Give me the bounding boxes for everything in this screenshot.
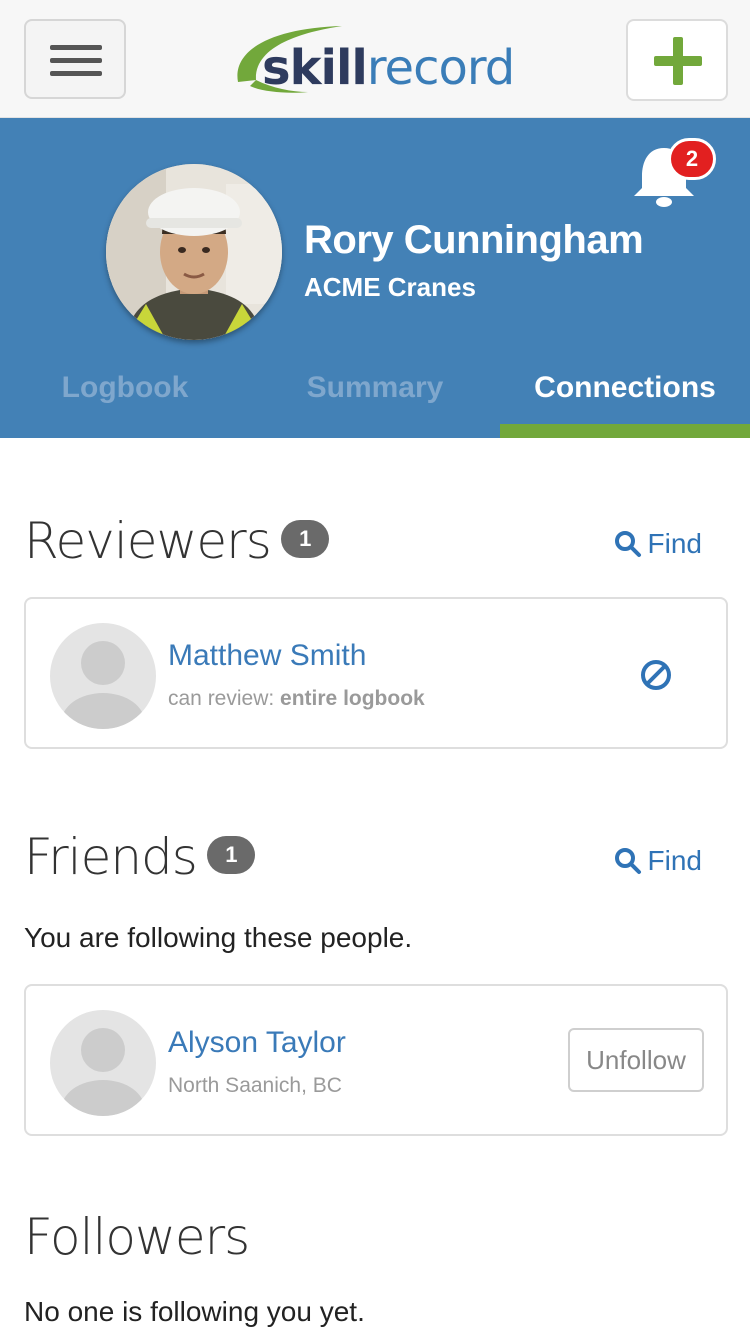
profile-header: Rory Cunningham ACME Cranes 2 Logbook Su… bbox=[0, 118, 750, 438]
reviewers-find-label: Find bbox=[647, 528, 702, 559]
hamburger-menu-icon bbox=[50, 45, 102, 50]
reviewer-scope-value: entire logbook bbox=[280, 687, 425, 710]
search-icon bbox=[614, 531, 641, 557]
reviewers-find-link[interactable]: Find bbox=[614, 528, 702, 560]
friends-title-text: Friends bbox=[24, 828, 198, 886]
tab-connections[interactable]: Connections bbox=[500, 358, 750, 438]
hamburger-menu-icon-bar bbox=[50, 58, 102, 63]
reviewer-card: Matthew Smith can review: entire logbook bbox=[24, 597, 728, 749]
friends-description: You are following these people. bbox=[24, 922, 413, 953]
menu-button[interactable] bbox=[24, 19, 126, 99]
tab-logbook[interactable]: Logbook bbox=[0, 358, 250, 438]
add-button[interactable] bbox=[626, 19, 728, 101]
reviewers-title-text: Reviewers bbox=[24, 512, 272, 570]
friends-find-link[interactable]: Find bbox=[614, 845, 702, 877]
friends-title: Friends 1 bbox=[24, 828, 255, 886]
logo-text: skillrecord bbox=[262, 40, 515, 96]
avatar[interactable] bbox=[50, 1010, 156, 1116]
tab-bar: Logbook Summary Connections bbox=[0, 358, 750, 438]
user-placeholder-icon bbox=[61, 1028, 145, 1116]
profile-name: Rory Cunningham bbox=[304, 218, 644, 262]
top-bar: skillrecord bbox=[0, 0, 750, 118]
reviewer-scope-prefix: can review: bbox=[168, 687, 281, 710]
reviewer-name[interactable]: Matthew Smith bbox=[168, 639, 366, 673]
notification-badge: 2 bbox=[668, 138, 716, 180]
friend-card: Alyson Taylor North Saanich, BC Unfollow bbox=[24, 984, 728, 1136]
friend-name[interactable]: Alyson Taylor bbox=[168, 1026, 346, 1060]
revoke-reviewer-button[interactable] bbox=[636, 655, 676, 695]
avatar[interactable] bbox=[50, 623, 156, 729]
revoke-icon bbox=[641, 660, 671, 690]
plus-icon-vertical bbox=[673, 37, 683, 85]
tab-summary[interactable]: Summary bbox=[250, 358, 500, 438]
friends-count-badge: 1 bbox=[206, 835, 255, 874]
unfollow-button[interactable]: Unfollow bbox=[568, 1028, 704, 1092]
user-placeholder-icon bbox=[61, 641, 145, 729]
profile-photo bbox=[106, 164, 282, 340]
followers-description: No one is following you yet. bbox=[24, 1296, 365, 1327]
reviewer-scope: can review: entire logbook bbox=[168, 687, 425, 711]
logo-text-skill: skill bbox=[262, 40, 368, 96]
friend-location: North Saanich, BC bbox=[168, 1074, 342, 1097]
skillrecord-logo[interactable]: skillrecord bbox=[232, 22, 522, 98]
reviewers-count-badge: 1 bbox=[280, 519, 329, 558]
followers-title: Followers bbox=[24, 1208, 250, 1266]
reviewers-title: Reviewers 1 bbox=[24, 512, 329, 570]
logo-text-record: record bbox=[366, 40, 515, 96]
profile-company: ACME Cranes bbox=[304, 272, 476, 302]
friends-find-label: Find bbox=[647, 845, 702, 876]
hamburger-menu-icon-bar bbox=[50, 71, 102, 76]
search-icon bbox=[614, 848, 641, 874]
profile-avatar[interactable] bbox=[106, 164, 282, 340]
